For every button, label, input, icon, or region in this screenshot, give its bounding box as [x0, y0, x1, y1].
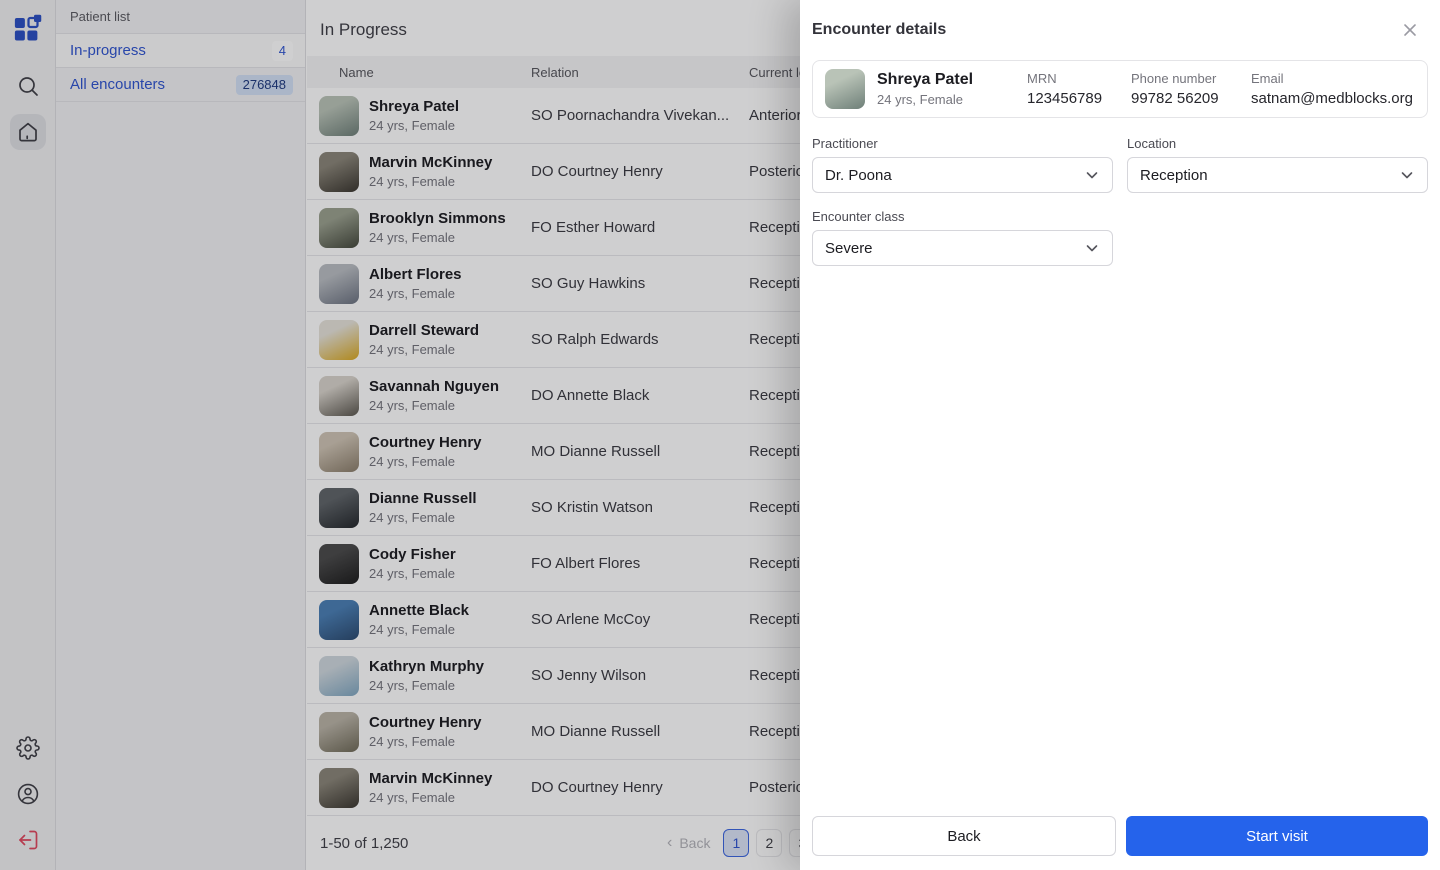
email-label: Email	[1251, 71, 1284, 86]
drawer-title: Encounter details	[812, 21, 947, 38]
mrn-field: MRN 123456789	[1027, 71, 1119, 107]
encounter-form: Practitioner Dr. Poona Location Receptio…	[800, 134, 1440, 266]
location-group: Location Reception	[1127, 136, 1428, 193]
phone-field: Phone number 99782 56209	[1131, 71, 1239, 107]
location-value: Reception	[1140, 166, 1208, 184]
mrn-value: 123456789	[1027, 90, 1103, 107]
patient-name: Shreya Patel	[877, 71, 974, 88]
patient-avatar	[825, 69, 865, 109]
mrn-label: MRN	[1027, 71, 1057, 86]
practitioner-value: Dr. Poona	[825, 166, 892, 184]
encounter-class-select[interactable]: Severe	[812, 230, 1113, 266]
practitioner-group: Practitioner Dr. Poona	[812, 136, 1113, 193]
email-value: satnam@medblocks.org	[1251, 90, 1413, 107]
patient-meta: 24 yrs, Female	[877, 92, 963, 107]
chevron-down-icon	[1082, 238, 1102, 258]
phone-value: 99782 56209	[1131, 90, 1219, 107]
practitioner-select[interactable]: Dr. Poona	[812, 157, 1113, 193]
location-label: Location	[1127, 136, 1177, 151]
patient-identity: Shreya Patel 24 yrs, Female	[877, 71, 1015, 107]
email-field: Email satnam@medblocks.org	[1251, 71, 1415, 107]
patient-summary-card: Shreya Patel 24 yrs, Female MRN 12345678…	[812, 60, 1428, 118]
drawer-header: Encounter details	[800, 0, 1440, 56]
drawer-footer: Back Start visit	[800, 816, 1440, 870]
back-button[interactable]: Back	[812, 816, 1116, 856]
phone-label: Phone number	[1131, 71, 1217, 86]
location-select[interactable]: Reception	[1127, 157, 1428, 193]
chevron-down-icon	[1397, 165, 1417, 185]
encounter-class-label: Encounter class	[812, 209, 905, 224]
encounter-class-group: Encounter class Severe	[812, 209, 1113, 266]
encounter-details-drawer: Encounter details Shreya Patel 24 yrs, F…	[800, 0, 1440, 870]
encounter-class-value: Severe	[825, 239, 873, 257]
close-icon[interactable]	[1396, 16, 1424, 44]
start-visit-button[interactable]: Start visit	[1126, 816, 1428, 856]
practitioner-label: Practitioner	[812, 136, 878, 151]
chevron-down-icon	[1082, 165, 1102, 185]
